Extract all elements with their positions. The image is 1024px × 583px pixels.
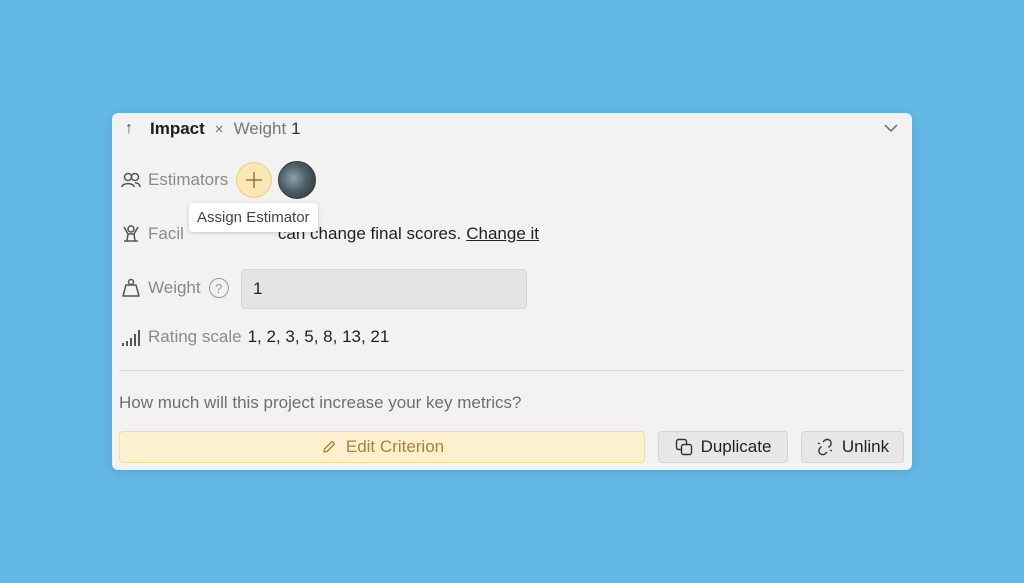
chevron-down-icon[interactable] bbox=[882, 119, 900, 137]
header-weight-label: Weight bbox=[233, 119, 287, 138]
signal-bars-icon bbox=[120, 326, 142, 348]
unlink-label: Unlink bbox=[841, 437, 890, 456]
weight-input[interactable] bbox=[241, 269, 527, 309]
edit-criterion-button[interactable]: Edit Criterion bbox=[119, 431, 645, 463]
rating-scale-values: 1, 2, 3, 5, 8, 13, 21 bbox=[247, 327, 390, 346]
header-weight-value: 1 bbox=[291, 119, 301, 138]
divider bbox=[119, 370, 905, 371]
estimators-row: Estimators bbox=[120, 161, 317, 199]
duplicate-button[interactable]: Duplicate bbox=[658, 431, 788, 463]
change-facilitator-link[interactable]: Change it bbox=[466, 224, 539, 244]
arrow-up-icon: ↑ bbox=[125, 120, 133, 137]
weight-row: Weight ? bbox=[120, 277, 229, 299]
unlink-icon bbox=[816, 438, 834, 456]
criterion-card: ↑ Impact × Weight 1 Estimators Assign Es… bbox=[112, 113, 912, 470]
rating-scale-row: Rating scale 1, 2, 3, 5, 8, 13, 21 bbox=[120, 326, 389, 348]
assign-estimator-button[interactable] bbox=[236, 162, 273, 198]
estimator-avatar[interactable] bbox=[278, 161, 317, 199]
plus-icon bbox=[246, 172, 263, 188]
users-icon bbox=[120, 169, 142, 191]
facilitator-icon bbox=[120, 223, 142, 245]
criterion-header[interactable]: ↑ Impact × Weight 1 bbox=[112, 113, 912, 145]
duplicate-label: Duplicate bbox=[700, 437, 772, 456]
unlink-button[interactable]: Unlink bbox=[801, 431, 904, 463]
times-separator: × bbox=[214, 120, 224, 138]
criterion-title: Impact bbox=[150, 119, 205, 138]
pencil-icon bbox=[320, 438, 338, 456]
rating-scale-label: Rating scale bbox=[148, 327, 242, 346]
weight-icon bbox=[120, 277, 142, 299]
criterion-description: How much will this project increase your… bbox=[119, 393, 522, 412]
facilitator-row: Facil can change final scores. Change it bbox=[120, 223, 539, 245]
duplicate-icon bbox=[675, 438, 693, 456]
assign-estimator-tooltip: Assign Estimator bbox=[189, 203, 318, 232]
estimators-label: Estimators bbox=[148, 170, 229, 189]
facilitator-label: Facil bbox=[148, 224, 184, 243]
weight-label: Weight bbox=[148, 278, 201, 297]
help-icon[interactable]: ? bbox=[208, 278, 229, 298]
edit-criterion-label: Edit Criterion bbox=[345, 437, 445, 456]
